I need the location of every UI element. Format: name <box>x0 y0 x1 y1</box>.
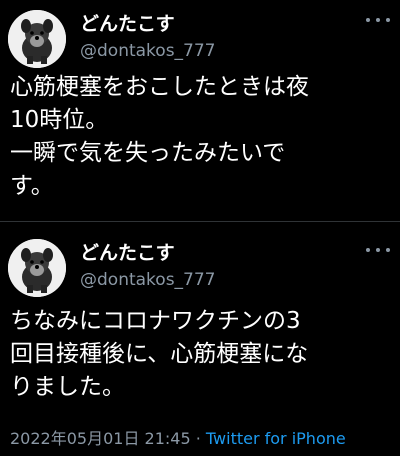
display-name[interactable]: どんたこす <box>80 9 175 36</box>
tweet-text: 心筋梗塞をおこしたときは夜 10時位。 一瞬で気を失ったみたいで す。 <box>10 74 309 199</box>
avatar[interactable] <box>8 10 66 68</box>
display-name[interactable]: どんたこす <box>80 238 175 265</box>
more-icon[interactable] <box>366 246 390 254</box>
tweet-1[interactable]: どんたこす @dontakos_777 心筋梗塞をおこしたときは夜 10時位。 … <box>0 0 400 221</box>
source-link[interactable]: Twitter for iPhone <box>206 429 346 448</box>
avatar[interactable] <box>8 239 66 297</box>
more-icon[interactable] <box>366 16 390 24</box>
user-handle[interactable]: @dontakos_777 <box>80 41 216 61</box>
user-handle[interactable]: @dontakos_777 <box>80 270 216 290</box>
tweet-meta: 2022年05月01日 21:45 · Twitter for iPhone <box>10 425 346 449</box>
timeline: どんたこす @dontakos_777 心筋梗塞をおこしたときは夜 10時位。 … <box>0 0 400 455</box>
tweet-text: ちなみにコロナワクチンの3 回目接種後に、心筋梗塞にな りました。 <box>10 308 309 400</box>
meta-separator: · <box>190 429 206 448</box>
timestamp[interactable]: 2022年05月01日 21:45 <box>10 429 191 448</box>
